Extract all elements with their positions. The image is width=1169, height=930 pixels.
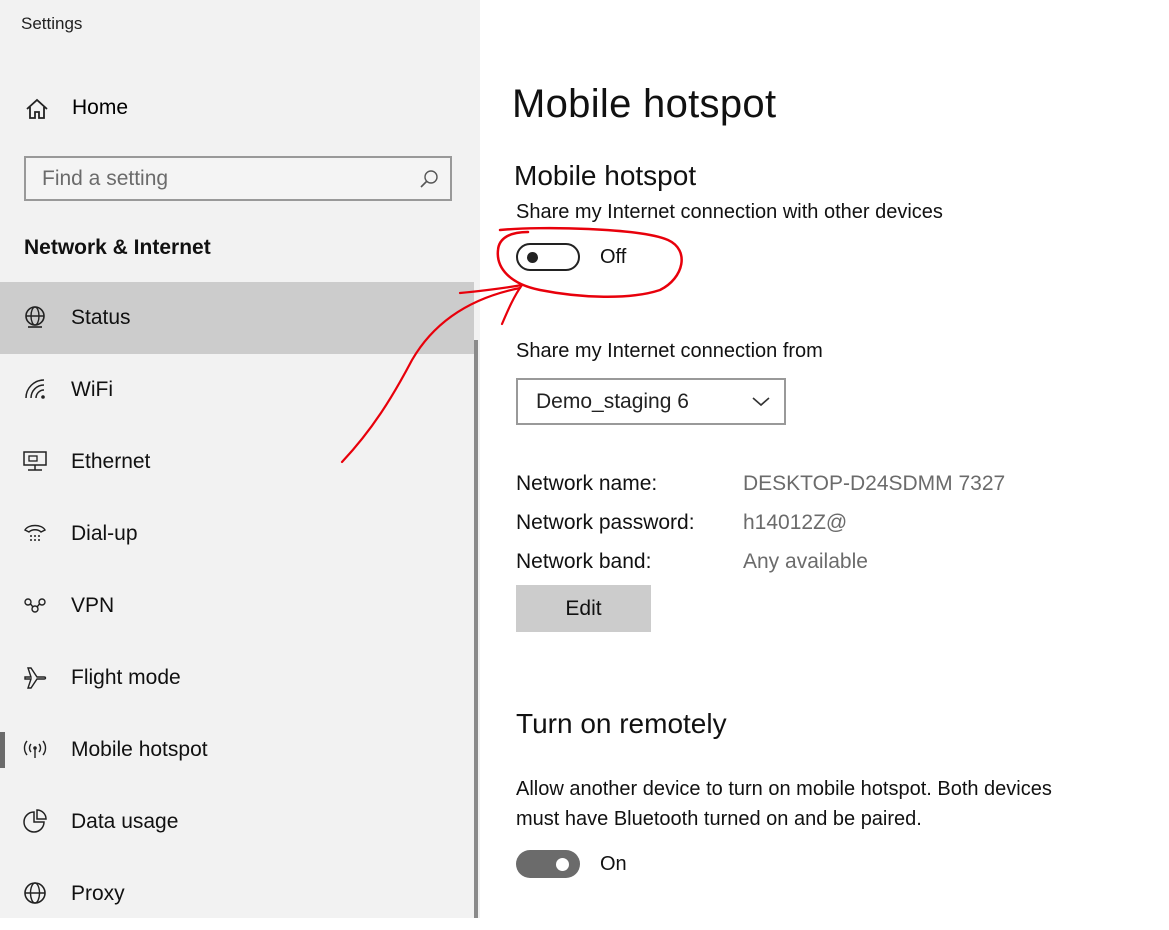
- remote-heading: Turn on remotely: [516, 708, 727, 739]
- sidebar-item-label: Mobile hotspot: [71, 738, 208, 761]
- sidebar-item-vpn[interactable]: VPN: [0, 570, 474, 642]
- search-input[interactable]: [26, 158, 450, 199]
- pie-chart-icon: [23, 809, 47, 833]
- sidebar-scrollbar[interactable]: [474, 340, 478, 918]
- network-band-label: Network band:: [516, 550, 652, 573]
- page-title: Mobile hotspot: [512, 82, 777, 126]
- sidebar-item-label: Status: [71, 306, 131, 329]
- sidebar-item-wifi[interactable]: WiFi: [0, 354, 474, 426]
- share-from-selected: Demo_staging 6: [536, 390, 689, 413]
- network-password-value: h14012Z@: [743, 511, 848, 534]
- sidebar-item-label: Data usage: [71, 810, 179, 833]
- sidebar-item-label: Proxy: [71, 882, 125, 905]
- network-password-label: Network password:: [516, 511, 695, 534]
- search-icon[interactable]: [418, 168, 440, 190]
- sidebar-item-ethernet[interactable]: Ethernet: [0, 426, 474, 498]
- sidebar-item-mobile-hotspot[interactable]: Mobile hotspot: [0, 714, 474, 786]
- hotspot-heading: Mobile hotspot: [514, 160, 697, 191]
- remote-toggle-state: On: [600, 853, 627, 875]
- sidebar-item-label: Dial-up: [71, 522, 138, 545]
- sidebar-item-label: Flight mode: [71, 666, 181, 689]
- section-title: Network & Internet: [24, 236, 211, 259]
- sidebar-item-data-usage[interactable]: Data usage: [0, 786, 474, 858]
- toggle-knob: [556, 858, 569, 871]
- dialup-icon: [24, 524, 46, 541]
- current-page-indicator: [0, 732, 5, 768]
- share-from-label: Share my Internet connection from: [516, 340, 823, 362]
- remote-description-line2: must have Bluetooth turned on and be pai…: [516, 808, 922, 830]
- network-band-value: Any available: [743, 550, 868, 573]
- home-link[interactable]: Home: [0, 86, 474, 132]
- sidebar-item-dialup[interactable]: Dial-up: [0, 498, 474, 570]
- wifi-icon: [25, 379, 45, 399]
- home-icon: [26, 98, 48, 119]
- remote-toggle[interactable]: [516, 850, 580, 878]
- chevron-down-icon: [752, 397, 770, 407]
- ethernet-icon: [23, 451, 47, 471]
- sidebar-item-status[interactable]: Status: [0, 282, 474, 354]
- app-title: Settings: [21, 14, 83, 33]
- hotspot-toggle[interactable]: [516, 243, 580, 271]
- share-from-dropdown[interactable]: Demo_staging 6: [516, 378, 786, 425]
- globe-icon: [25, 306, 45, 328]
- sidebar-item-label: Ethernet: [71, 450, 151, 473]
- vpn-icon: [24, 598, 46, 613]
- remote-description-line1: Allow another device to turn on mobile h…: [516, 778, 1052, 800]
- sidebar-item-proxy[interactable]: Proxy: [0, 858, 474, 930]
- sidebar-item-label: VPN: [71, 594, 115, 617]
- toggle-knob: [527, 252, 538, 263]
- network-name-value: DESKTOP-D24SDMM 7327: [743, 472, 1006, 495]
- hotspot-description: Share my Internet connection with other …: [516, 201, 943, 223]
- hotspot-icon: [23, 740, 47, 758]
- search-box: [24, 156, 452, 201]
- airplane-icon: [24, 667, 47, 689]
- network-name-label: Network name:: [516, 472, 658, 495]
- globe-icon: [24, 882, 46, 904]
- sidebar: Settings Home Network & Internet Status: [0, 0, 480, 918]
- home-label: Home: [72, 96, 129, 119]
- hotspot-toggle-state: Off: [600, 246, 627, 268]
- sidebar-item-flight-mode[interactable]: Flight mode: [0, 642, 474, 714]
- edit-button[interactable]: Edit: [516, 585, 651, 632]
- sidebar-item-label: WiFi: [71, 378, 113, 401]
